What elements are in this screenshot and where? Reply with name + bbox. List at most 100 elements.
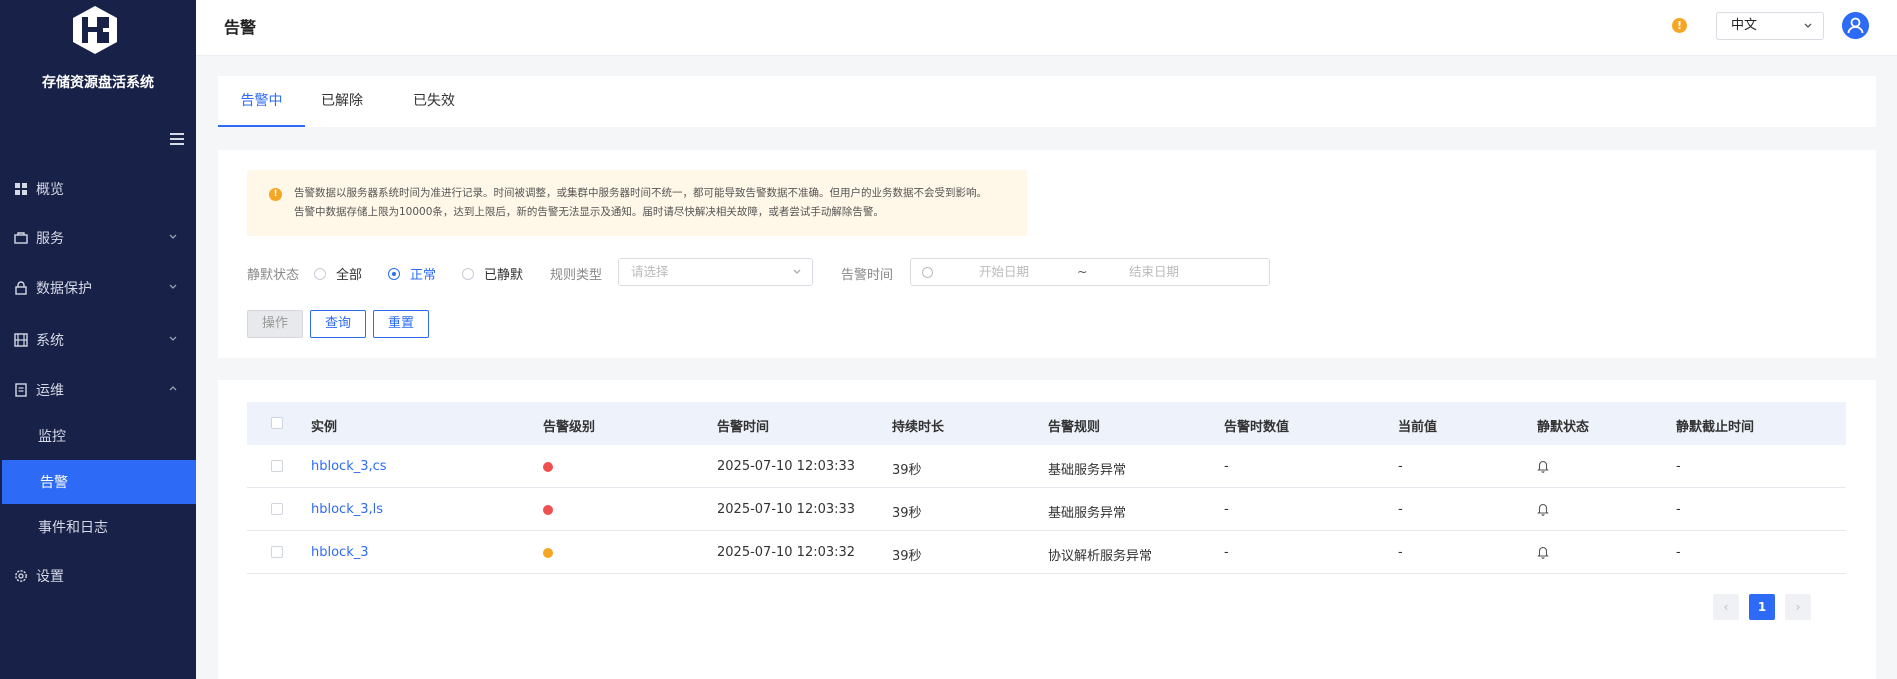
silence-end: - — [1676, 545, 1681, 560]
nav-item-settings[interactable]: 设置 — [0, 554, 196, 598]
level-critical-icon — [543, 505, 553, 515]
bell-icon[interactable] — [1537, 459, 1549, 473]
operate-button[interactable]: 操作 — [247, 310, 303, 338]
user-avatar-icon[interactable] — [1842, 12, 1869, 39]
notice-line-1: 告警数据以服务器系统时间为准进行记录。时间被调整，或集群中服务器时间不统一，都可… — [294, 187, 987, 199]
nav-item-data-protection[interactable]: 数据保护 — [0, 266, 196, 310]
chevron-down-icon — [169, 336, 177, 341]
sub-item-label: 告警 — [40, 475, 68, 491]
bell-icon[interactable] — [1537, 545, 1549, 559]
column-header: 实例 — [311, 420, 338, 435]
rule-type-select[interactable]: 请选择 — [618, 258, 813, 286]
sub-item-events-logs[interactable]: 事件和日志 — [0, 505, 196, 549]
nav-item-system[interactable]: 系统 — [0, 318, 196, 362]
alarm-table-panel: 实例 告警级别 告警时间 持续时长 告警规则 告警时数值 当前值 静默状态 静默… — [218, 380, 1876, 679]
row-checkbox[interactable] — [271, 460, 283, 472]
level-critical-icon — [543, 462, 553, 472]
reset-button[interactable]: 重置 — [373, 310, 429, 338]
lock-icon — [15, 281, 27, 295]
date-range-picker[interactable]: 开始日期 ~ 结束日期 — [910, 258, 1270, 286]
sub-item-label: 事件和日志 — [38, 520, 108, 536]
duration: 39秒 — [892, 506, 922, 521]
column-header: 告警时间 — [717, 420, 770, 435]
radio-silenced[interactable]: 已静默 — [462, 264, 523, 283]
level-warning-icon — [543, 548, 553, 558]
radio-circle — [462, 267, 474, 280]
language-value: 中文 — [1731, 18, 1758, 33]
gear-icon — [15, 570, 27, 582]
instance-link[interactable]: hblock_3,cs — [311, 459, 387, 474]
film-icon — [14, 333, 28, 347]
alarm-value: - — [1224, 545, 1229, 560]
clock-icon — [922, 267, 933, 278]
radio-label: 正常 — [410, 268, 437, 283]
column-header: 告警时数值 — [1224, 420, 1290, 435]
sub-item-label: 监控 — [38, 429, 66, 445]
rule-type-placeholder: 请选择 — [631, 264, 669, 279]
tab-expired[interactable]: 已失效 — [404, 76, 464, 127]
row-checkbox[interactable] — [271, 503, 283, 515]
start-date-placeholder[interactable]: 开始日期 — [979, 259, 1029, 285]
alarm-time: 2025-07-10 12:03:33 — [717, 502, 856, 517]
next-page-button[interactable]: › — [1785, 594, 1811, 620]
query-button[interactable]: 查询 — [310, 310, 366, 338]
tab-resolved[interactable]: 已解除 — [312, 76, 372, 127]
alarm-value: - — [1224, 502, 1229, 517]
bell-icon[interactable] — [1537, 502, 1549, 516]
alarm-rule: 基础服务异常 — [1048, 506, 1127, 521]
row-checkbox[interactable] — [271, 546, 283, 558]
radio-label: 已静默 — [484, 268, 524, 283]
column-header: 当前值 — [1398, 420, 1438, 435]
menu-toggle-icon[interactable] — [170, 133, 184, 145]
current-value: - — [1398, 459, 1403, 474]
chevron-down-icon — [169, 284, 177, 289]
warning-badge-icon[interactable]: ! — [1672, 18, 1687, 33]
chevron-down-icon — [169, 234, 177, 239]
table-row: hblock_3,cs 2025-07-10 12:03:33 39秒 基础服务… — [247, 445, 1846, 488]
radio-all[interactable]: 全部 — [314, 264, 362, 283]
chevron-down-icon — [1804, 23, 1812, 28]
tab-alarming[interactable]: 告警中 — [218, 76, 305, 127]
radio-circle — [388, 267, 400, 280]
alarm-rule: 协议解析服务异常 — [1048, 549, 1153, 564]
column-header: 静默状态 — [1537, 420, 1590, 435]
radio-normal[interactable]: 正常 — [388, 264, 436, 283]
nav-item-label: 服务 — [36, 231, 64, 247]
nav-item-service[interactable]: 服务 — [0, 216, 196, 260]
page-1-button[interactable]: 1 — [1749, 594, 1775, 620]
nav-item-label: 数据保护 — [36, 281, 92, 297]
language-select[interactable]: 中文 — [1716, 12, 1824, 40]
sub-item-alarm[interactable]: 告警 — [2, 460, 196, 504]
table-row: hblock_3,ls 2025-07-10 12:03:33 39秒 基础服务… — [247, 488, 1846, 531]
alarm-rule: 基础服务异常 — [1048, 463, 1127, 478]
rule-type-label: 规则类型 — [550, 268, 603, 283]
sidebar: 存储资源盘活系统 概览 服务 数据保护 系统 运维 监控 告警 事件和日志 设置 — [0, 0, 196, 679]
column-header: 告警级别 — [543, 420, 596, 435]
table-header: 实例 告警级别 告警时间 持续时长 告警规则 告警时数值 当前值 静默状态 静默… — [247, 402, 1846, 445]
chevron-up-icon — [169, 386, 177, 391]
alarm-time-label: 告警时间 — [841, 268, 894, 283]
document-icon — [15, 383, 27, 397]
column-header: 告警规则 — [1048, 420, 1101, 435]
nav-item-label: 运维 — [36, 383, 64, 399]
duration: 39秒 — [892, 463, 922, 478]
dashboard-icon — [15, 183, 27, 195]
logo-icon — [73, 6, 117, 54]
end-date-placeholder[interactable]: 结束日期 — [1129, 259, 1179, 285]
instance-link[interactable]: hblock_3,ls — [311, 502, 383, 517]
sub-item-monitor[interactable]: 监控 — [0, 414, 196, 458]
box-icon — [14, 232, 28, 244]
nav-item-ops[interactable]: 运维 — [0, 368, 196, 412]
tabs-bar: 告警中 已解除 已失效 — [218, 76, 1876, 127]
alarm-time: 2025-07-10 12:03:32 — [717, 545, 856, 560]
instance-link[interactable]: hblock_3 — [311, 545, 369, 560]
nav-item-label: 概览 — [36, 182, 64, 198]
current-value: - — [1398, 545, 1403, 560]
filter-panel: ! 告警数据以服务器系统时间为准进行记录。时间被调整，或集群中服务器时间不统一，… — [218, 150, 1876, 358]
column-header: 静默截止时间 — [1676, 420, 1755, 435]
nav-item-overview[interactable]: 概览 — [0, 167, 196, 211]
radio-label: 全部 — [336, 268, 363, 283]
chevron-down-icon — [793, 269, 801, 274]
prev-page-button[interactable]: ‹ — [1713, 594, 1739, 620]
select-all-checkbox[interactable] — [271, 417, 283, 429]
